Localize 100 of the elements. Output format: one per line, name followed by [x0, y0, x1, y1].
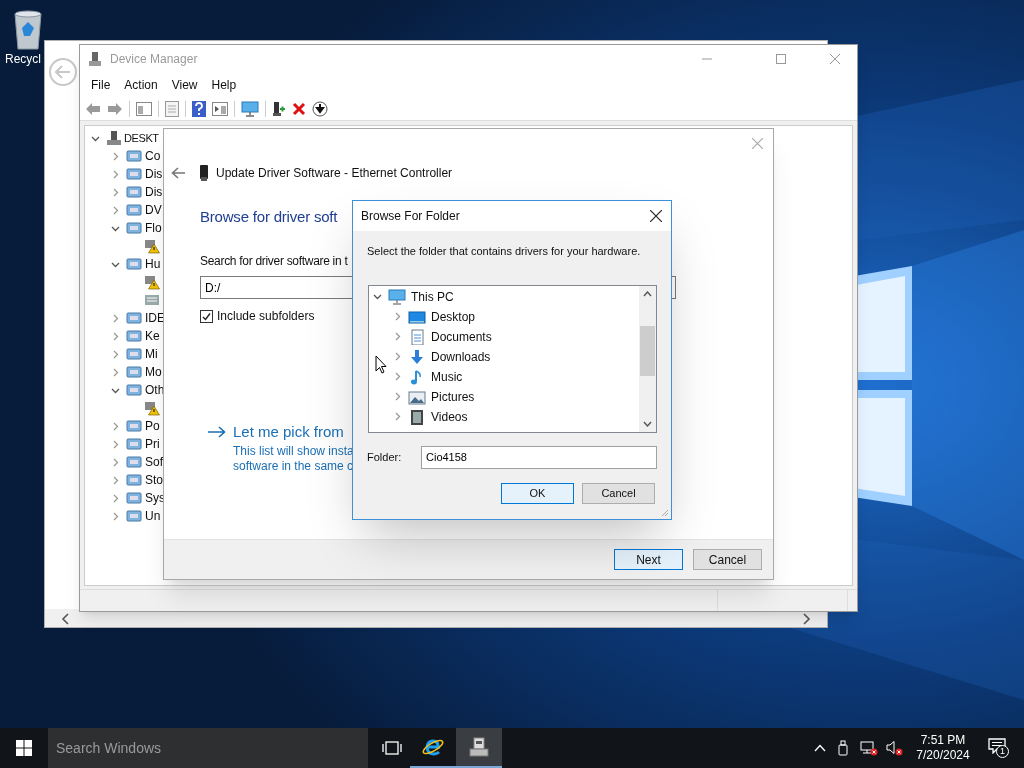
chevron-right-icon[interactable]: [111, 313, 120, 323]
tree-item-label[interactable]: Pictures: [431, 387, 475, 406]
device-icon: [467, 735, 491, 759]
chevron-right-icon[interactable]: [111, 457, 120, 467]
chevron-right-icon[interactable]: [393, 412, 402, 421]
help-icon[interactable]: [192, 100, 206, 117]
tree-item-label[interactable]: Dis: [145, 183, 163, 201]
tree-item-label[interactable]: Dis: [145, 165, 163, 183]
tree-item-label[interactable]: Mo: [145, 363, 162, 381]
chevron-right-icon[interactable]: [111, 511, 120, 521]
resize-grip-icon[interactable]: [661, 509, 669, 517]
chevron-right-icon[interactable]: [111, 475, 120, 485]
usb-drive-icon[interactable]: [838, 740, 848, 756]
menu-item[interactable]: Help: [204, 76, 244, 94]
chevron-right-icon[interactable]: [393, 392, 402, 401]
chevron-right-icon[interactable]: [111, 493, 120, 503]
monitor-icon[interactable]: [241, 100, 259, 117]
pick-driver-link[interactable]: Let me pick from: [233, 421, 344, 444]
panel-icon[interactable]: [212, 101, 228, 116]
tree-item-label[interactable]: Un: [145, 507, 161, 525]
tree-item-label[interactable]: Ke: [145, 327, 160, 345]
chevron-right-icon[interactable]: [111, 187, 120, 197]
close-icon[interactable]: [650, 210, 662, 222]
tree-item-label[interactable]: Videos: [431, 407, 468, 426]
scroll-thumb[interactable]: [640, 325, 655, 376]
maximize-icon[interactable]: [776, 54, 786, 64]
speaker-muted-icon[interactable]: [886, 740, 904, 756]
tree-item-label[interactable]: Sof: [145, 453, 163, 471]
tree-item-label[interactable]: Documents: [431, 327, 492, 346]
tree-item-label[interactable]: DESKT: [124, 129, 159, 147]
scroll-right-icon[interactable]: [801, 613, 811, 625]
back-arrow-icon[interactable]: [85, 101, 101, 116]
chevron-right-icon[interactable]: [393, 332, 402, 341]
checkmark-icon: [202, 311, 211, 321]
computer-icon: [106, 130, 122, 146]
chevron-right-icon[interactable]: [111, 205, 120, 215]
tree-item-label[interactable]: Downloads: [431, 347, 491, 366]
forward-arrow-icon[interactable]: [107, 101, 123, 116]
chevron-right-icon[interactable]: [111, 331, 120, 341]
chevron-right-icon[interactable]: [111, 169, 120, 179]
notification-count: 1: [996, 745, 1009, 758]
scroll-up-icon[interactable]: [643, 290, 652, 297]
chevron-right-icon[interactable]: [111, 349, 120, 359]
device-icon: [126, 418, 142, 434]
dialog-heading: Browse for driver soft: [200, 207, 338, 227]
tree-item-label[interactable]: Music: [431, 367, 463, 386]
tree-item-label[interactable]: This PC: [411, 287, 454, 306]
default-button[interactable]: Next: [614, 549, 683, 570]
checkbox[interactable]: [200, 309, 213, 323]
folder-field[interactable]: Cio4158: [421, 445, 657, 469]
menu-item[interactable]: File: [84, 76, 118, 94]
device-icon: [126, 166, 142, 182]
default-button[interactable]: OK: [501, 482, 574, 504]
device-icon: [88, 51, 102, 67]
start-icon[interactable]: [16, 740, 32, 756]
chevron-right-icon[interactable]: [393, 352, 402, 361]
icon-label[interactable]: Recycl: [5, 52, 41, 66]
device-icon: [126, 472, 142, 488]
chevron-right-icon[interactable]: [393, 372, 402, 381]
tree-item-label[interactable]: Po: [145, 417, 160, 435]
chevron-right-icon[interactable]: [393, 312, 402, 321]
clock-date[interactable]: 7/20/2024: [916, 748, 970, 763]
document-icon[interactable]: [165, 100, 179, 117]
chevron-up-icon[interactable]: [814, 744, 826, 752]
chevron-right-icon[interactable]: [111, 151, 120, 161]
tree-item-label[interactable]: Sto: [145, 471, 163, 489]
tree-item-label[interactable]: DV: [145, 201, 162, 219]
checkbox-label[interactable]: Include subfolders: [217, 307, 315, 325]
back-arrow-icon[interactable]: [171, 167, 185, 179]
button[interactable]: Cancel: [582, 482, 655, 504]
scroll-down-icon[interactable]: [643, 420, 652, 427]
download-icon[interactable]: [312, 100, 328, 117]
device-add-icon[interactable]: [272, 100, 286, 117]
search-field[interactable]: Search Windows: [48, 728, 368, 768]
clock-time[interactable]: 7:51 PM: [920, 733, 966, 748]
chevron-right-icon[interactable]: [111, 367, 120, 377]
device-icon: [126, 508, 142, 524]
button[interactable]: Cancel: [693, 549, 762, 570]
notification-button[interactable]: 1: [988, 738, 1008, 758]
tree-item-label[interactable]: Flo: [145, 219, 162, 237]
tree-item-label[interactable]: Pri: [145, 435, 160, 453]
menu-item[interactable]: View: [164, 76, 205, 94]
remove-icon[interactable]: [292, 101, 306, 116]
tree-item-label[interactable]: Mi: [145, 345, 158, 363]
network-icon[interactable]: [860, 740, 878, 756]
chevron-right-icon[interactable]: [111, 421, 120, 431]
task-view-icon[interactable]: [382, 740, 402, 756]
scroll-left-icon[interactable]: [61, 613, 71, 625]
menu-item[interactable]: Action: [117, 76, 165, 94]
device-icon: [126, 184, 142, 200]
panel-icon[interactable]: [136, 101, 152, 116]
tree-item-label[interactable]: Co: [145, 147, 161, 165]
scrollbar[interactable]: [639, 285, 656, 432]
chevron-right-icon[interactable]: [111, 439, 120, 449]
tree-item-label[interactable]: Desktop: [431, 307, 476, 326]
taskbar-app-button[interactable]: [456, 728, 502, 768]
dialog-prompt: Select the folder that contains drivers for your hardware.: [367, 244, 642, 259]
tree-item-label[interactable]: Hu: [145, 255, 161, 273]
device-icon: [126, 202, 142, 218]
chevron-down-icon[interactable]: [373, 292, 382, 301]
